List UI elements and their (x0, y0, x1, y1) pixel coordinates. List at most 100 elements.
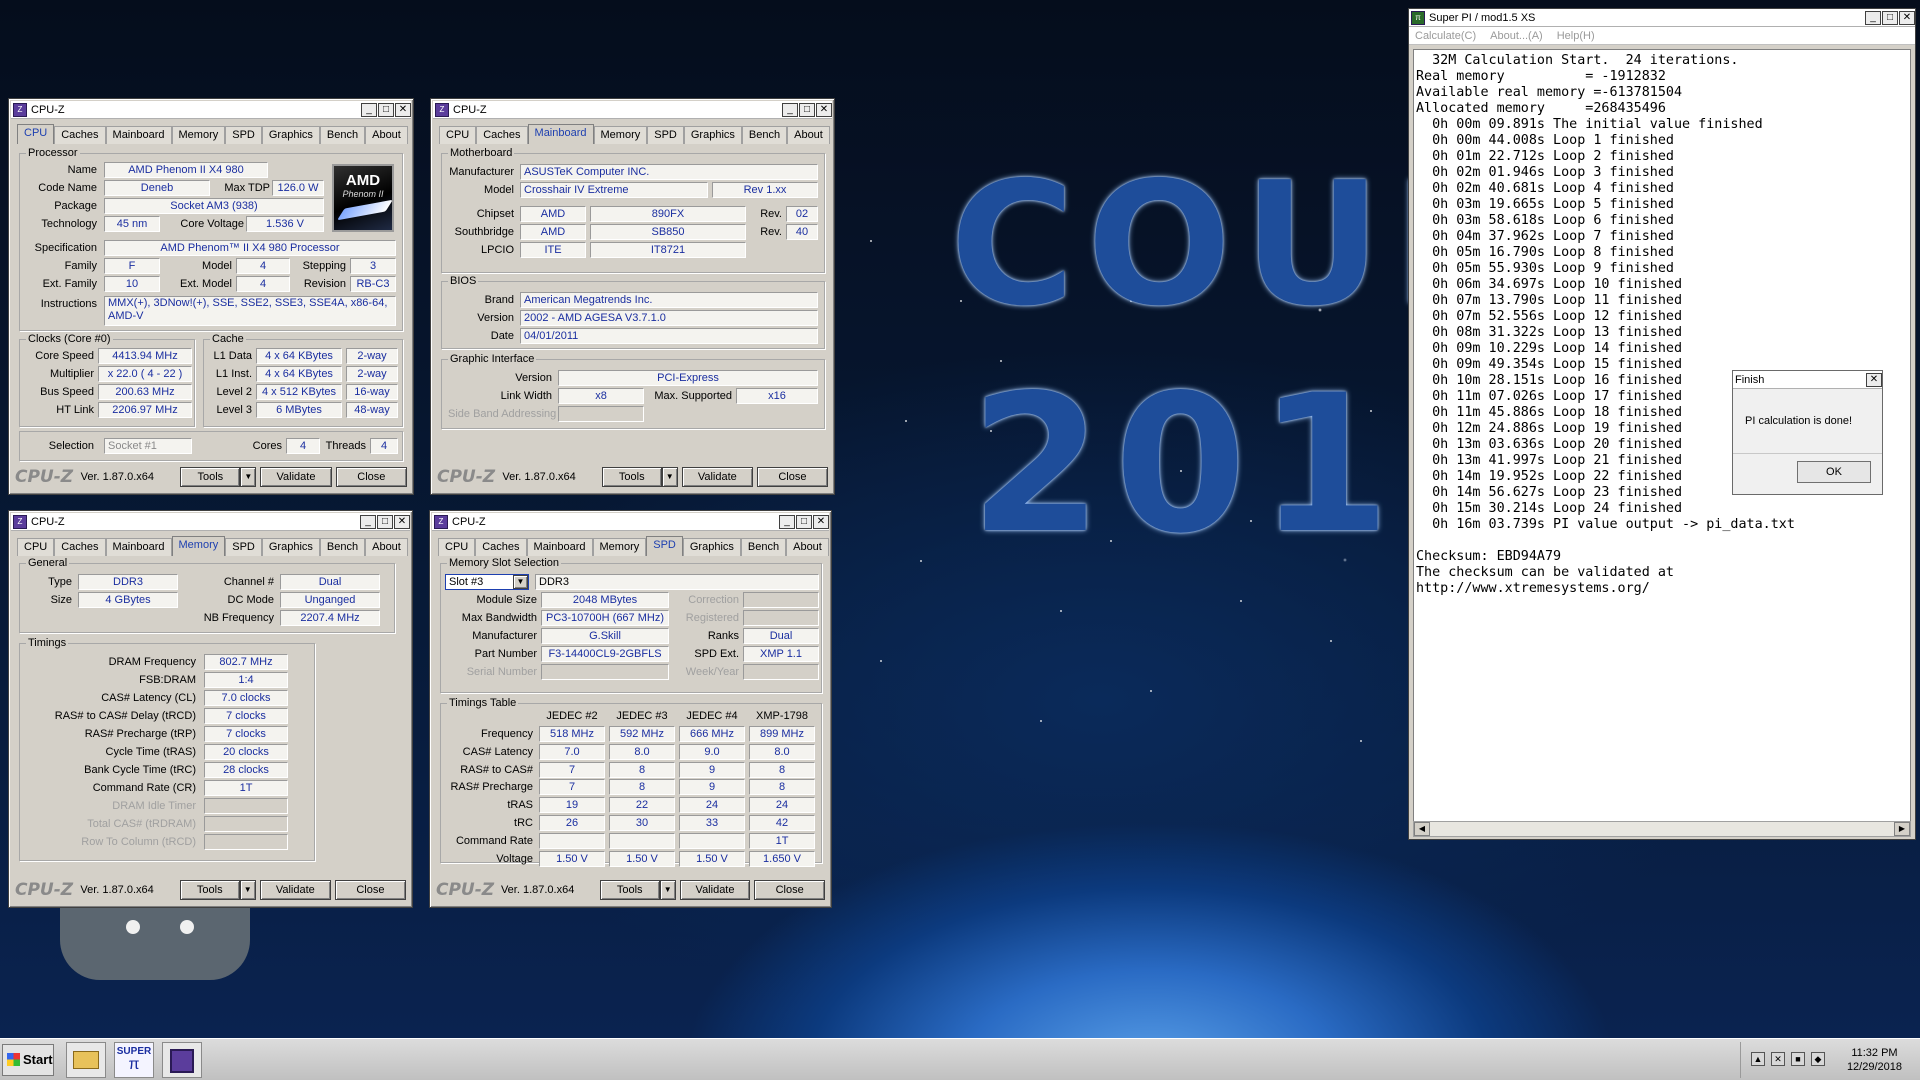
close-window-button[interactable]: ✕ (395, 102, 411, 117)
maximize-button[interactable]: □ (378, 102, 394, 117)
tray-security-icon[interactable]: ✕ (1771, 1052, 1785, 1066)
tab-memory[interactable]: Memory (592, 538, 647, 556)
tab-about[interactable]: About (786, 538, 829, 556)
validate-button[interactable]: Validate (681, 467, 753, 487)
tab-graphics[interactable]: Graphics (261, 126, 320, 144)
close-window-button[interactable]: ✕ (816, 102, 832, 117)
tab-caches[interactable]: Caches (476, 126, 528, 144)
label-chipset-rev: Rev. (760, 208, 782, 220)
tray-power-icon[interactable]: ■ (1791, 1052, 1805, 1066)
close-button[interactable]: Close (335, 467, 407, 487)
explorer-taskbar-button[interactable] (66, 1042, 106, 1078)
superpi-taskbar-button[interactable]: SUPER π (114, 1042, 154, 1078)
timings-row-label: CAS# Latency (462, 745, 533, 758)
menu-calculate[interactable]: Calculate(C) (1415, 27, 1476, 44)
tab-mainboard[interactable]: Mainboard (105, 126, 172, 144)
tab-caches[interactable]: Caches (54, 538, 106, 556)
tools-button[interactable]: Tools (599, 880, 660, 900)
slot-dropdown-icon[interactable]: ▼ (513, 575, 528, 589)
tab-cpu[interactable]: CPU (438, 538, 476, 556)
titlebar[interactable]: Z CPU-Z _ □ ✕ (11, 101, 411, 119)
tab-spd[interactable]: SPD (225, 126, 262, 144)
start-button[interactable]: Start (2, 1044, 54, 1076)
tray-volume-icon[interactable]: ◆ (1811, 1052, 1825, 1066)
cpuz-cpu-window[interactable]: Z CPU-Z _ □ ✕ CPU Caches Mainboard Memor… (8, 98, 414, 495)
cpuz-spd-window[interactable]: Z CPU-Z _ □ ✕ CPU Caches Mainboard Memor… (429, 510, 832, 908)
tab-graphics[interactable]: Graphics (683, 126, 742, 144)
maximize-button[interactable]: □ (796, 514, 812, 529)
tab-cpu[interactable]: CPU (17, 124, 55, 144)
tools-dropdown-icon[interactable]: ▼ (239, 880, 256, 900)
minimize-button[interactable]: _ (779, 514, 795, 529)
tab-memory[interactable]: Memory (593, 126, 648, 144)
tab-cpu[interactable]: CPU (439, 126, 477, 144)
titlebar[interactable]: Z CPU-Z _ □ ✕ (432, 513, 829, 531)
menu-about[interactable]: About...(A) (1490, 27, 1543, 44)
maximize-button[interactable]: □ (377, 514, 393, 529)
tools-button[interactable]: Tools (179, 880, 240, 900)
tools-dropdown-icon[interactable]: ▼ (661, 467, 678, 487)
titlebar[interactable]: π Super PI / mod1.5 XS _ □ ✕ (1409, 9, 1915, 27)
tab-memory[interactable]: Memory (171, 126, 226, 144)
tab-spd[interactable]: SPD (647, 126, 684, 144)
validate-button[interactable]: Validate (259, 880, 331, 900)
tray-network-icon[interactable]: ▲ (1751, 1052, 1765, 1066)
close-button[interactable]: Close (756, 467, 828, 487)
tab-caches[interactable]: Caches (475, 538, 527, 556)
cpuz-memory-window[interactable]: Z CPU-Z _ □ ✕ CPU Caches Mainboard Memor… (8, 510, 413, 908)
close-button[interactable]: Close (334, 880, 406, 900)
tab-about[interactable]: About (365, 538, 408, 556)
tab-bench[interactable]: Bench (741, 126, 788, 144)
tools-button[interactable]: Tools (601, 467, 662, 487)
slot-type-value: DDR3 (535, 574, 819, 590)
validate-button[interactable]: Validate (679, 880, 751, 900)
maximize-button[interactable]: □ (1882, 10, 1898, 25)
tab-spd[interactable]: SPD (646, 536, 683, 556)
finish-dialog[interactable]: Finish ✕ PI calculation is done! OK (1732, 370, 1883, 495)
titlebar[interactable]: Finish ✕ (1733, 371, 1882, 389)
tab-mainboard[interactable]: Mainboard (105, 538, 172, 556)
titlebar[interactable]: Z CPU-Z _ □ ✕ (11, 513, 410, 531)
minimize-button[interactable]: _ (360, 514, 376, 529)
tab-spd[interactable]: SPD (225, 538, 262, 556)
minimize-button[interactable]: _ (782, 102, 798, 117)
menu-help[interactable]: Help(H) (1557, 27, 1595, 44)
minimize-button[interactable]: _ (361, 102, 377, 117)
validate-button[interactable]: Validate (260, 467, 332, 487)
close-window-button[interactable]: ✕ (394, 514, 410, 529)
superpi-app-icon: π (1411, 10, 1425, 25)
close-window-button[interactable]: ✕ (1899, 10, 1915, 25)
tab-graphics[interactable]: Graphics (682, 538, 741, 556)
wallpaper-star (870, 240, 872, 242)
timing-label: Row To Column (tRCD) (81, 836, 196, 848)
tools-dropdown-icon[interactable]: ▼ (240, 467, 257, 487)
titlebar[interactable]: Z CPU-Z _ □ ✕ (433, 101, 832, 119)
scroll-right-icon[interactable]: ▶ (1894, 822, 1910, 836)
tools-dropdown-icon[interactable]: ▼ (659, 880, 676, 900)
minimize-button[interactable]: _ (1865, 10, 1881, 25)
tab-about[interactable]: About (787, 126, 830, 144)
ok-button[interactable]: OK (1797, 461, 1871, 483)
tab-caches[interactable]: Caches (54, 126, 106, 144)
horizontal-scrollbar[interactable]: ◀ ▶ (1413, 821, 1911, 837)
tab-about[interactable]: About (365, 126, 408, 144)
cpuz-version: Ver. 1.87.0.x64 (80, 471, 154, 483)
tab-mainboard[interactable]: Mainboard (527, 124, 594, 144)
tab-mainboard[interactable]: Mainboard (526, 538, 593, 556)
socket-select[interactable]: Socket #1 (104, 438, 192, 454)
system-clock[interactable]: 11:32 PM 12/29/2018 (1847, 1046, 1902, 1074)
tab-graphics[interactable]: Graphics (261, 538, 320, 556)
tab-bench[interactable]: Bench (319, 126, 366, 144)
close-button[interactable]: Close (754, 880, 825, 900)
tab-bench[interactable]: Bench (740, 538, 787, 556)
maximize-button[interactable]: □ (799, 102, 815, 117)
close-window-button[interactable]: ✕ (1866, 372, 1882, 387)
tab-bench[interactable]: Bench (319, 538, 366, 556)
tab-cpu[interactable]: CPU (17, 538, 55, 556)
scroll-left-icon[interactable]: ◀ (1414, 822, 1430, 836)
cpuz-taskbar-button[interactable] (162, 1042, 202, 1078)
cpuz-mainboard-window[interactable]: Z CPU-Z _ □ ✕ CPU Caches Mainboard Memor… (430, 98, 835, 495)
tab-memory[interactable]: Memory (171, 536, 226, 556)
close-window-button[interactable]: ✕ (813, 514, 829, 529)
tools-button[interactable]: Tools (180, 467, 241, 487)
